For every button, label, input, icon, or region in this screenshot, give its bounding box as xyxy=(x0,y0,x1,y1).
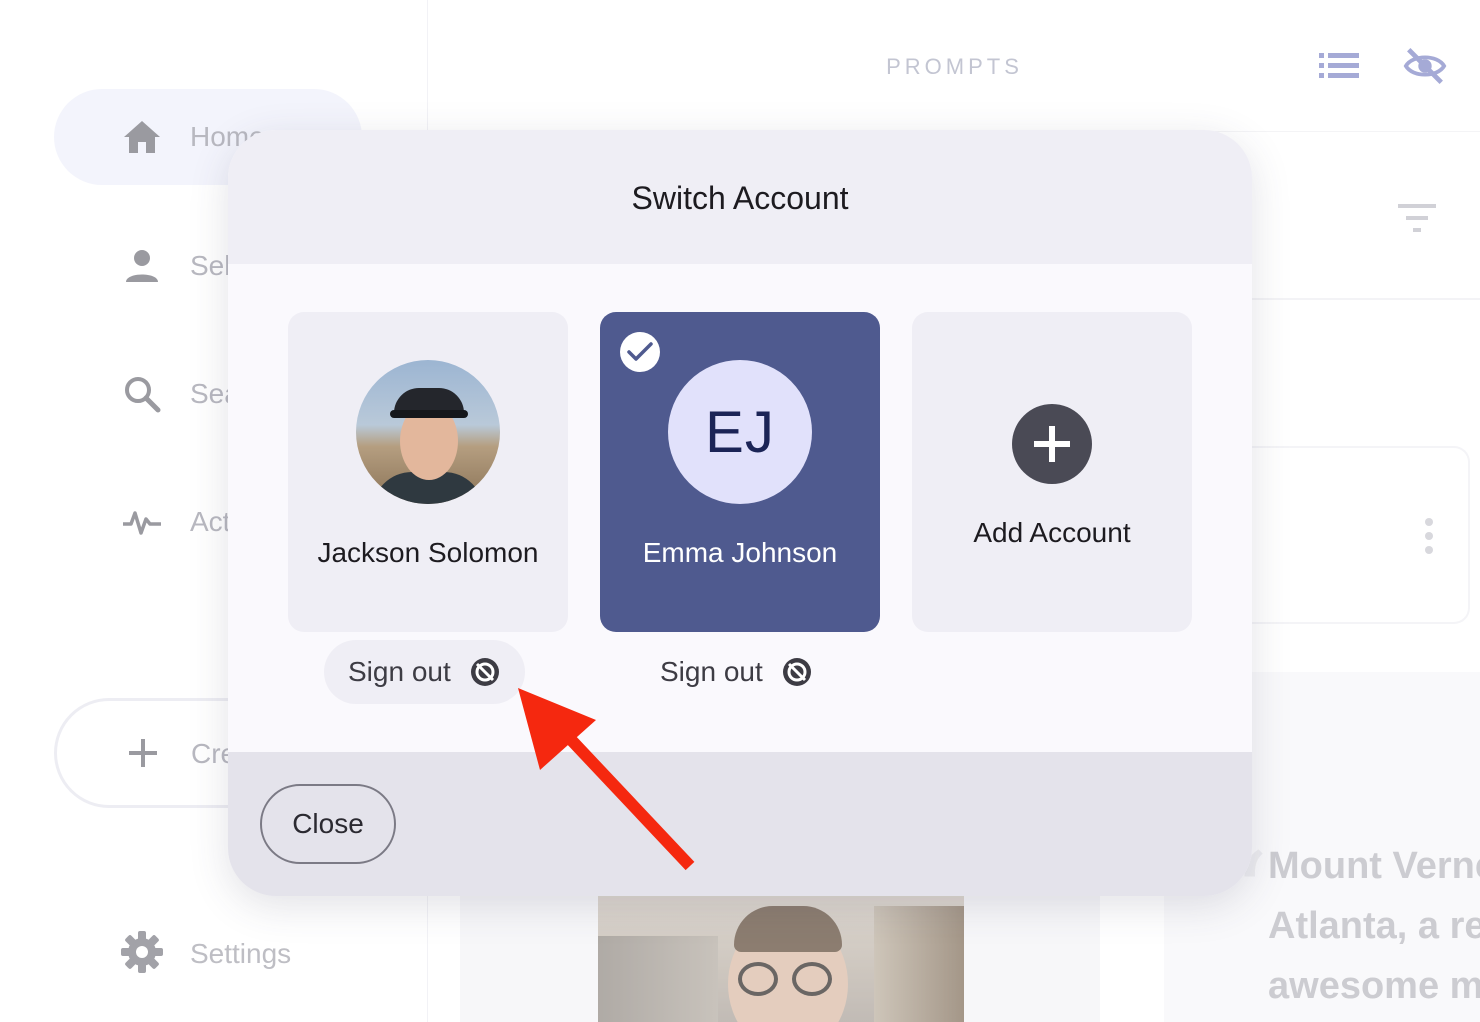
switch-account-dialog: Switch Account Jackson Solomon Sign out … xyxy=(228,130,1252,896)
add-account-button[interactable]: Add Account xyxy=(912,312,1192,632)
sign-out-icon xyxy=(781,656,813,688)
avatar-initials: EJ xyxy=(705,399,775,465)
account-name: Jackson Solomon xyxy=(317,537,539,568)
account-name: Emma Johnson xyxy=(642,537,838,568)
plus-icon xyxy=(1012,404,1092,484)
dialog-header: Switch Account xyxy=(228,130,1252,264)
annotation-arrow-icon xyxy=(518,688,695,871)
account-card-emma-johnson[interactable]: EJ Emma Johnson xyxy=(600,312,880,632)
sign-out-label: Sign out xyxy=(348,656,451,687)
avatar: EJ xyxy=(668,360,812,504)
add-account-label: Add Account xyxy=(973,517,1131,548)
dialog-title: Switch Account xyxy=(631,179,849,216)
sign-out-button-jackson-solomon[interactable]: Sign out xyxy=(324,640,525,704)
close-button[interactable]: Close xyxy=(260,784,396,864)
sign-out-icon xyxy=(469,656,501,688)
selected-check-icon xyxy=(620,332,660,372)
avatar xyxy=(356,360,500,504)
account-card-jackson-solomon[interactable]: Jackson Solomon xyxy=(288,312,568,632)
